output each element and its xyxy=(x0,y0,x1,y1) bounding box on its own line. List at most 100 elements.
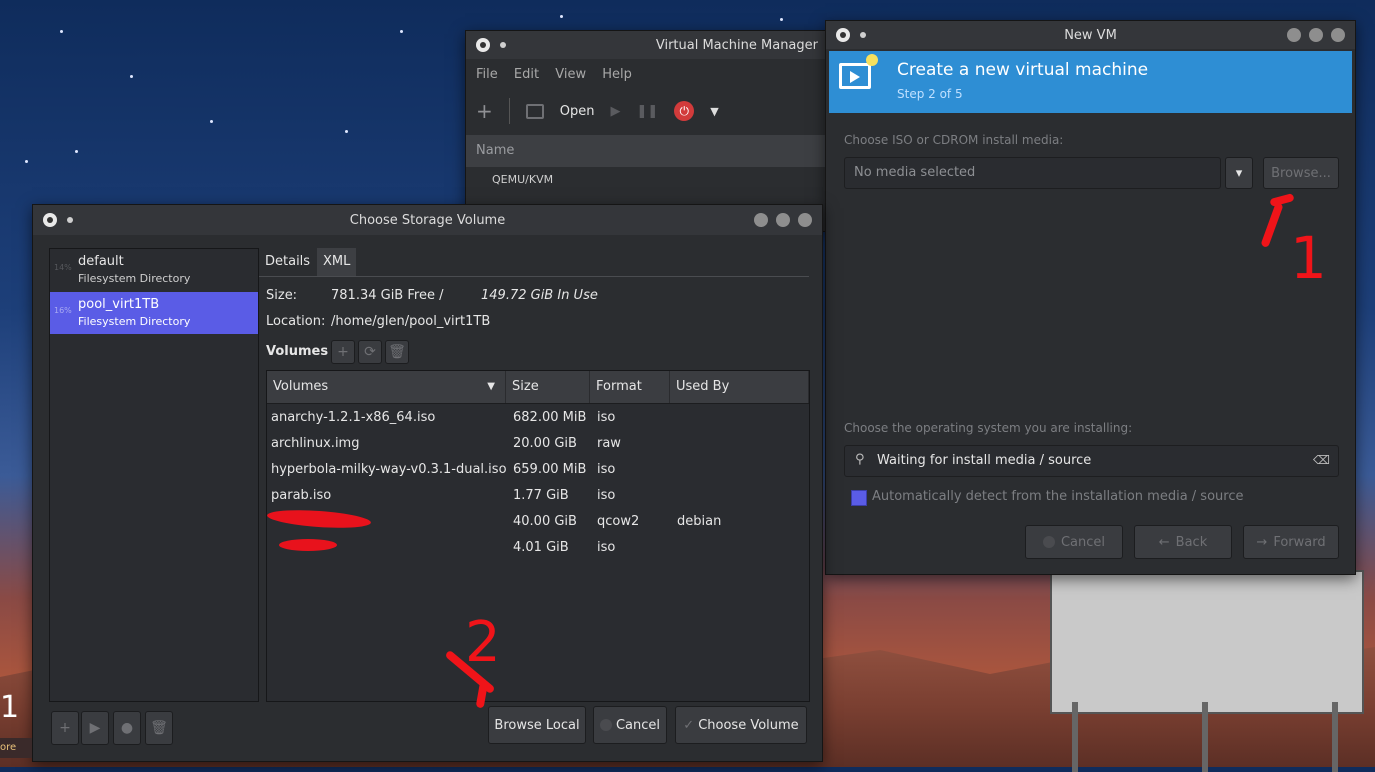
media-combo[interactable]: No media selected xyxy=(844,157,1221,189)
pool-name: default xyxy=(78,254,124,269)
annotation-number-1: 1 xyxy=(1290,224,1327,292)
back-arrow-icon: ← xyxy=(1158,534,1170,550)
start-pool-icon[interactable]: ▶ xyxy=(81,711,109,745)
auto-detect-checkbox[interactable] xyxy=(851,490,867,506)
menu-view[interactable]: View xyxy=(555,67,586,82)
search-icon: ⚲ xyxy=(855,452,865,467)
forward-label: Forward xyxy=(1273,534,1326,550)
back-button[interactable]: ← Back xyxy=(1134,525,1232,559)
volume-used-by: debian xyxy=(677,514,722,529)
storage-minimize-button[interactable] xyxy=(754,213,768,227)
back-label: Back xyxy=(1175,534,1208,550)
tab-details[interactable]: Details xyxy=(259,248,317,277)
pool-item-default[interactable]: 14% default Filesystem Directory xyxy=(50,249,258,291)
close-button[interactable] xyxy=(1331,28,1345,42)
choose-volume-button[interactable]: ✓ Choose Volume xyxy=(675,706,807,744)
annotation-number-2: 2 xyxy=(465,610,501,675)
shutdown-icon[interactable]: ⏻ xyxy=(674,101,695,121)
volume-table: Volumes ▼ Size Format Used By anarchy-1.… xyxy=(266,370,810,702)
media-dropdown-chevron-icon[interactable]: ▾ xyxy=(1225,157,1253,189)
storage-window: Choose Storage Volume 14% default Filesy… xyxy=(32,204,823,762)
forward-button[interactable]: → Forward xyxy=(1243,525,1339,559)
run-icon[interactable]: ▶ xyxy=(611,104,621,119)
volume-name: anarchy-1.2.1-x86_64.iso xyxy=(271,410,436,425)
browse-local-button[interactable]: Browse Local xyxy=(488,706,586,744)
storage-titlebar: Choose Storage Volume xyxy=(33,205,822,235)
os-label: Choose the operating system you are inst… xyxy=(844,421,1133,435)
check-icon: ✓ xyxy=(683,717,695,733)
location-value: /home/glen/pool_virt1TB xyxy=(331,314,491,329)
stop-pool-icon[interactable]: ● xyxy=(113,711,141,745)
vmm-list-header: Name xyxy=(466,135,826,167)
menu-file[interactable]: File xyxy=(476,67,498,82)
pool-list: 14% default Filesystem Directory 16% poo… xyxy=(49,248,259,702)
newvm-header-banner: Create a new virtual machine Step 2 of 5 xyxy=(829,51,1352,113)
menu-help[interactable]: Help xyxy=(602,67,632,82)
pool-item-pool-virt1tb[interactable]: 16% pool_virt1TB Filesystem Directory xyxy=(50,292,258,334)
size-used: 149.72 GiB In Use xyxy=(481,288,598,303)
maximize-button[interactable] xyxy=(1309,28,1323,42)
pool-usage: 16% xyxy=(54,306,72,315)
media-combo-value: No media selected xyxy=(854,165,976,180)
volume-size: 4.01 GiB xyxy=(513,540,569,555)
vmm-app-icon xyxy=(476,38,490,52)
col-used-by[interactable]: Used By xyxy=(670,371,809,403)
col-format[interactable]: Format xyxy=(590,371,670,403)
pool-name: pool_virt1TB xyxy=(78,297,160,312)
volume-size: 659.00 MiB xyxy=(513,462,587,477)
clear-search-icon[interactable]: ⌫ xyxy=(1313,453,1330,467)
desktop-clock-fragment: 1 xyxy=(0,690,20,725)
menu-edit[interactable]: Edit xyxy=(514,67,539,82)
storage-cancel-button[interactable]: Cancel xyxy=(593,706,667,744)
redaction-mark xyxy=(279,539,337,551)
size-free: 781.34 GiB Free / xyxy=(331,288,444,303)
shutdown-menu-chevron-icon[interactable]: ▼ xyxy=(710,105,718,118)
os-search-value: Waiting for install media / source xyxy=(877,453,1092,468)
vmm-titlebar: Virtual Machine Manager xyxy=(466,31,826,59)
open-button[interactable]: Open xyxy=(560,104,595,119)
size-label: Size: xyxy=(266,288,298,303)
browse-button[interactable]: Browse... xyxy=(1263,157,1339,189)
table-row[interactable]: hyperbola-milky-way-v0.3.1-dual.iso 659.… xyxy=(267,457,809,483)
col-volumes-label: Volumes xyxy=(273,379,329,394)
auto-detect-label: Automatically detect from the installati… xyxy=(872,489,1244,504)
desktop-panel-fragment: ore xyxy=(0,738,32,758)
newvm-step: Step 2 of 5 xyxy=(897,87,963,101)
volume-format: iso xyxy=(597,462,616,477)
storage-close-button[interactable] xyxy=(798,213,812,227)
newvm-cancel-label: Cancel xyxy=(1060,534,1106,550)
new-vm-icon[interactable]: + xyxy=(476,99,493,123)
volume-format: raw xyxy=(597,436,621,451)
lander-illustration xyxy=(1050,570,1364,772)
pool-type: Filesystem Directory xyxy=(78,315,191,328)
newvm-cancel-button[interactable]: Cancel xyxy=(1025,525,1123,559)
col-volumes[interactable]: Volumes ▼ xyxy=(267,371,506,403)
add-volume-icon[interactable]: + xyxy=(331,340,355,364)
col-size[interactable]: Size xyxy=(506,371,590,403)
pause-icon[interactable]: ❚❚ xyxy=(637,104,659,119)
choose-volume-label: Choose Volume xyxy=(698,717,799,733)
location-label: Location: xyxy=(266,314,326,329)
table-row[interactable]: 4.01 GiB iso xyxy=(267,535,809,561)
minimize-button[interactable] xyxy=(1287,28,1301,42)
newvm-titlebar: New VM xyxy=(826,21,1355,49)
table-row[interactable]: anarchy-1.2.1-x86_64.iso 682.00 MiB iso xyxy=(267,405,809,431)
delete-volume-icon[interactable]: 🗑 xyxy=(385,340,409,364)
volume-size: 682.00 MiB xyxy=(513,410,587,425)
volume-format: iso xyxy=(597,488,616,503)
vmm-sticky-dot[interactable] xyxy=(500,42,506,48)
cancel-icon xyxy=(599,719,612,731)
vmm-menubar: File Edit View Help xyxy=(466,59,826,90)
new-vm-monitor-icon xyxy=(839,54,878,89)
vmm-connection-row[interactable]: QEMU/KVM xyxy=(492,173,553,186)
table-row[interactable]: parab.iso 1.77 GiB iso xyxy=(267,483,809,509)
refresh-volume-icon[interactable]: ⟳ xyxy=(358,340,382,364)
storage-maximize-button[interactable] xyxy=(776,213,790,227)
delete-pool-icon[interactable]: 🗑 xyxy=(145,711,173,745)
os-search-field[interactable]: ⚲ Waiting for install media / source ⌫ xyxy=(844,445,1339,477)
add-pool-icon[interactable]: + xyxy=(51,711,79,745)
tab-xml[interactable]: XML xyxy=(317,248,357,276)
table-row[interactable]: archlinux.img 20.00 GiB raw xyxy=(267,431,809,457)
pool-type: Filesystem Directory xyxy=(78,272,191,285)
storage-title: Choose Storage Volume xyxy=(349,212,506,228)
